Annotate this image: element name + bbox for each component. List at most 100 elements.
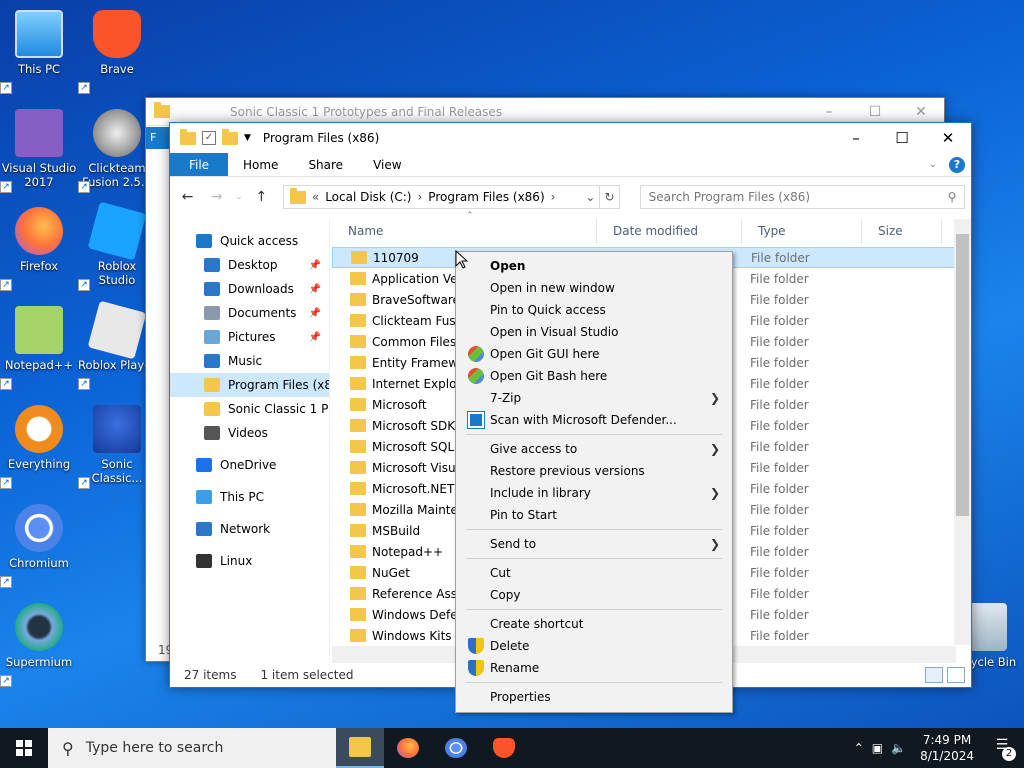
nav-item-quick-access[interactable]: Quick access bbox=[170, 229, 329, 253]
clock[interactable]: 7:49 PM 8/1/2024 bbox=[914, 732, 980, 764]
menu-item-rename[interactable]: Rename bbox=[456, 657, 732, 679]
menu-item-pin-to-quick-access[interactable]: Pin to Quick access bbox=[456, 299, 732, 321]
menu-item-pin-to-start[interactable]: Pin to Start bbox=[456, 504, 732, 526]
menu-item-open-in-visual-studio[interactable]: Open in Visual Studio bbox=[456, 321, 732, 343]
nav-item-program-files-x86[interactable]: Program Files (x86) bbox=[170, 373, 329, 397]
menu-item-restore-previous-versions[interactable]: Restore previous versions bbox=[456, 460, 732, 482]
menu-item-scan-with-microsoft-defender[interactable]: Scan with Microsoft Defender... bbox=[456, 409, 732, 431]
menu-item-7-zip[interactable]: 7-Zip ❯ bbox=[456, 387, 732, 409]
desktop-icon-chromium[interactable]: ↗ Chromium bbox=[0, 498, 78, 588]
desktop-icon-notepadpp[interactable]: ↗ Notepad++ bbox=[0, 300, 78, 390]
desktop-icon-firefox[interactable]: ↗ Firefox bbox=[0, 201, 78, 291]
shortcut-arrow-icon: ↗ bbox=[0, 378, 12, 390]
search-icon[interactable]: ⚲ bbox=[940, 190, 964, 204]
address-bar[interactable]: « Local Disk (C:) › Program Files (x86) … bbox=[282, 185, 601, 209]
explorer-titlebar[interactable]: ✓ ▼ Program Files (x86) – ☐ ✕ bbox=[170, 123, 971, 153]
minimize-icon[interactable]: – bbox=[806, 104, 852, 120]
menu-item-give-access-to[interactable]: Give access to ❯ bbox=[456, 438, 732, 460]
column-header-type[interactable]: Type bbox=[742, 218, 862, 244]
menu-item-create-shortcut[interactable]: Create shortcut bbox=[456, 613, 732, 635]
nav-item-pictures[interactable]: Pictures 📌 bbox=[170, 325, 329, 349]
search-box[interactable]: Search Program Files (x86) ⚲ bbox=[639, 185, 965, 209]
git-icon bbox=[468, 346, 484, 362]
taskbar-app-brave-lion[interactable] bbox=[480, 728, 528, 768]
help-icon[interactable]: ? bbox=[949, 156, 965, 173]
tab-share[interactable]: Share bbox=[293, 153, 358, 176]
menu-item-open-git-bash-here[interactable]: Open Git Bash here bbox=[456, 365, 732, 387]
new-folder-icon[interactable] bbox=[222, 128, 238, 145]
nav-item-sonic-classic-1-prot[interactable]: Sonic Classic 1 Prot bbox=[170, 397, 329, 421]
breadcrumb-program-files[interactable]: Program Files (x86) bbox=[428, 190, 544, 204]
nav-item-videos[interactable]: Videos bbox=[170, 421, 329, 445]
pin-icon[interactable]: 📌 bbox=[309, 260, 321, 271]
column-header-size[interactable]: Size bbox=[862, 218, 942, 244]
properties-check-icon[interactable]: ✓ bbox=[202, 131, 216, 145]
column-header-date[interactable]: Date modified bbox=[597, 218, 742, 244]
breadcrumb-local-disk[interactable]: Local Disk (C:) bbox=[325, 190, 411, 204]
menu-item-open-in-new-window[interactable]: Open in new window bbox=[456, 277, 732, 299]
vertical-scrollbar[interactable] bbox=[954, 219, 971, 645]
nav-item-documents[interactable]: Documents 📌 bbox=[170, 301, 329, 325]
desktop-icon-visual-studio[interactable]: ↗ Visual Studio 2017 bbox=[0, 103, 78, 193]
nav-item-this-pc[interactable]: This PC bbox=[170, 485, 329, 509]
menu-item-open[interactable]: Open bbox=[456, 255, 732, 277]
nav-item-linux[interactable]: Linux bbox=[170, 549, 329, 573]
taskbar-search-box[interactable]: ⚲ Type here to search bbox=[48, 728, 336, 768]
breadcrumb-separator-icon[interactable]: › bbox=[417, 190, 422, 204]
tab-file[interactable]: File bbox=[170, 153, 228, 176]
forward-arrow-icon[interactable]: → bbox=[205, 189, 228, 205]
desktop-icon-everything-search[interactable]: ↗ Everything bbox=[0, 399, 78, 489]
scrollbar-thumb[interactable] bbox=[956, 234, 969, 516]
taskbar-search-input[interactable]: Type here to search bbox=[86, 740, 224, 756]
up-arrow-icon[interactable]: ↑ bbox=[250, 189, 273, 205]
address-dropdown-icon[interactable]: ⌄ bbox=[581, 190, 599, 204]
tab-view[interactable]: View bbox=[358, 153, 416, 176]
tab-home[interactable]: Home bbox=[228, 153, 293, 176]
maximize-icon[interactable]: ☐ bbox=[852, 104, 898, 120]
nav-item-downloads[interactable]: Downloads 📌 bbox=[170, 277, 329, 301]
network-icon[interactable]: ▣ bbox=[872, 741, 883, 755]
clock-date: 8/1/2024 bbox=[920, 749, 974, 763]
action-center-icon[interactable]: ☰ 2 bbox=[988, 737, 1016, 761]
start-button[interactable] bbox=[0, 728, 48, 768]
pin-icon[interactable]: 📌 bbox=[309, 308, 321, 319]
maximize-button[interactable]: ☐ bbox=[879, 123, 925, 153]
close-icon[interactable]: ✕ bbox=[898, 104, 944, 120]
menu-item-cut[interactable]: Cut bbox=[456, 562, 732, 584]
nav-item-onedrive[interactable]: OneDrive bbox=[170, 453, 329, 477]
back-window-file-tab[interactable]: F bbox=[146, 127, 170, 149]
taskbar-app-file-explorer[interactable] bbox=[336, 728, 384, 768]
desktop-icon-supermium[interactable]: ↗ Supermium bbox=[0, 597, 78, 687]
menu-item-open-git-gui-here[interactable]: Open Git GUI here bbox=[456, 343, 732, 365]
back-arrow-icon[interactable]: ← bbox=[176, 189, 199, 205]
show-hidden-icons-icon[interactable]: ⌃ bbox=[854, 741, 864, 755]
chevron-down-icon[interactable]: ▼ bbox=[244, 133, 251, 143]
nav-item-network[interactable]: Network bbox=[170, 517, 329, 541]
overflow-chevron-icon[interactable]: « bbox=[312, 190, 319, 204]
menu-item-send-to[interactable]: Send to ❯ bbox=[456, 533, 732, 555]
minimize-button[interactable]: – bbox=[833, 123, 879, 153]
search-input[interactable]: Search Program Files (x86) bbox=[649, 190, 810, 204]
recent-locations-icon[interactable]: ⌄ bbox=[234, 192, 244, 202]
menu-item-delete[interactable]: Delete bbox=[456, 635, 732, 657]
ribbon-tabs: File Home Share View ⌄ ? bbox=[170, 153, 971, 177]
refresh-icon[interactable]: ↻ bbox=[600, 185, 620, 209]
pin-icon[interactable]: 📌 bbox=[309, 284, 321, 295]
taskbar-app-firefox[interactable] bbox=[384, 728, 432, 768]
nav-item-desktop[interactable]: Desktop 📌 bbox=[170, 253, 329, 277]
volume-muted-icon[interactable]: 🔈 bbox=[891, 741, 906, 755]
expand-ribbon-icon[interactable]: ⌄ bbox=[929, 159, 937, 170]
desktop-icon-brave-lion[interactable]: ↗ Brave bbox=[78, 4, 156, 94]
menu-item-copy[interactable]: Copy bbox=[456, 584, 732, 606]
menu-item-properties[interactable]: Properties bbox=[456, 686, 732, 708]
details-view-icon[interactable] bbox=[925, 666, 943, 683]
breadcrumb-separator-icon[interactable]: › bbox=[551, 190, 556, 204]
desktop-icon-computer[interactable]: ↗ This PC bbox=[0, 4, 78, 94]
menu-item-include-in-library[interactable]: Include in library ❯ bbox=[456, 482, 732, 504]
taskbar-app-chromium[interactable] bbox=[432, 728, 480, 768]
pin-icon[interactable]: 📌 bbox=[309, 332, 321, 343]
nav-item-music[interactable]: Music bbox=[170, 349, 329, 373]
close-button[interactable]: ✕ bbox=[925, 123, 971, 153]
large-icons-view-icon[interactable] bbox=[947, 666, 965, 683]
column-header-name[interactable]: Name bbox=[332, 218, 597, 244]
